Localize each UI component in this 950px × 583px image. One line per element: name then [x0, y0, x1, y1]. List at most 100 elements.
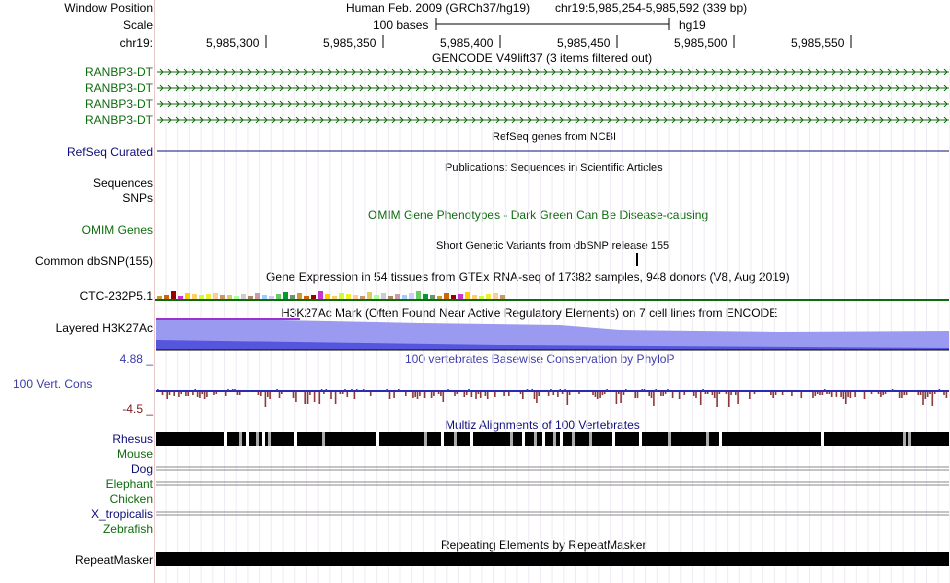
phylop-bar: [933, 392, 936, 394]
gtex-tissue-bar[interactable]: [276, 294, 281, 299]
gtex-tissue-bar[interactable]: [437, 296, 442, 299]
gtex-tissue-bar[interactable]: [297, 293, 302, 299]
phylop-bar: [713, 392, 716, 398]
gtex-tissue-bar[interactable]: [157, 296, 162, 299]
phylop-bar: [814, 392, 817, 396]
gtex-tissue-bar[interactable]: [479, 296, 484, 299]
gtex-tissue-bar[interactable]: [227, 295, 232, 299]
phylop-bar: [201, 392, 204, 394]
gtex-tissue-bar[interactable]: [178, 296, 183, 299]
gtex-tissue-bar[interactable]: [353, 295, 358, 299]
phylop-bar: [643, 389, 646, 391]
gtex-tissue-bar[interactable]: [374, 295, 379, 299]
gtex-tissue-bar[interactable]: [451, 295, 456, 299]
gtex-tissue-bar[interactable]: [248, 296, 253, 299]
phylop-bar: [753, 392, 756, 394]
gencode-transcript-line[interactable]: [157, 68, 949, 76]
gencode-transcripts[interactable]: [157, 68, 949, 124]
gtex-tissue-bar[interactable]: [164, 295, 169, 299]
gtex-tissue-bar[interactable]: [290, 295, 295, 299]
phylop-bar: [320, 389, 323, 391]
gtex-tissue-bar[interactable]: [346, 294, 351, 299]
phylop-bar: [603, 392, 606, 394]
phylop-bar: [648, 392, 650, 396]
phylop-bar: [870, 392, 873, 394]
phylop-bar: [260, 392, 262, 396]
phylop-bar: [388, 392, 391, 399]
phylop-bar: [180, 392, 182, 394]
phylop-bar: [215, 392, 218, 394]
phylop-bar: [931, 392, 934, 406]
gtex-tissue-bar[interactable]: [325, 294, 330, 299]
gtex-tissue-bar[interactable]: [409, 293, 414, 299]
phylop-bar: [468, 389, 470, 391]
gtex-tissue-bar[interactable]: [220, 295, 225, 299]
phylop-bar: [475, 392, 477, 399]
phylop-bar: [938, 389, 941, 391]
gtex-tissue-bar[interactable]: [339, 293, 344, 299]
phylop-bar: [641, 389, 643, 391]
phylop-bar: [557, 392, 559, 397]
gtex-tissue-bar[interactable]: [360, 296, 365, 299]
gtex-tissue-bar[interactable]: [500, 295, 505, 299]
phylop-bar: [592, 392, 594, 395]
gtex-tissue-bar[interactable]: [493, 293, 498, 299]
phylop-bar: [699, 392, 702, 405]
phylop-bar: [494, 392, 496, 397]
dbsnp-variant[interactable]: [636, 253, 638, 266]
gtex-tissue-bar[interactable]: [213, 293, 218, 299]
gtex-tissue-bar[interactable]: [283, 292, 288, 299]
gencode-transcript-line[interactable]: [157, 116, 949, 124]
phylop-bar: [845, 392, 847, 404]
gtex-tissue-bar[interactable]: [185, 293, 190, 299]
gtex-tissue-bar[interactable]: [255, 293, 260, 299]
gtex-tissue-bar[interactable]: [423, 294, 428, 299]
gtex-tissue-bar[interactable]: [381, 293, 386, 299]
phylop-bar: [362, 389, 365, 391]
gtex-tissue-bar[interactable]: [171, 291, 176, 299]
gtex-tissue-bar[interactable]: [206, 294, 211, 299]
gtex-tissue-bar[interactable]: [472, 295, 477, 299]
gencode-transcript-line[interactable]: [157, 84, 949, 92]
gtex-tissue-bar[interactable]: [234, 296, 239, 299]
phylop-bar: [854, 392, 856, 397]
gtex-tissue-bar[interactable]: [465, 292, 470, 299]
phylop-bar: [486, 392, 489, 399]
gencode-transcript-line[interactable]: [157, 100, 949, 108]
gtex-tissue-bar[interactable]: [458, 294, 463, 299]
gtex-tissue-bar[interactable]: [444, 293, 449, 299]
phylop-bar: [559, 389, 562, 391]
phylop-bar: [898, 392, 901, 398]
gtex-tissue-bar[interactable]: [395, 294, 400, 299]
gtex-tissue-bar[interactable]: [486, 294, 491, 299]
gtex-tissue-bar[interactable]: [304, 296, 309, 299]
repeatmasker-element[interactable]: [156, 552, 949, 566]
gtex-tissue-bar[interactable]: [318, 291, 323, 299]
gtex-expression-bars[interactable]: [157, 291, 505, 299]
phylop-bar: [847, 392, 849, 397]
phylop-bar: [620, 392, 622, 403]
gtex-tissue-bar[interactable]: [430, 295, 435, 299]
phylop-bar: [295, 392, 297, 402]
phylop-bar: [849, 392, 852, 398]
phylop-bar: [353, 392, 356, 399]
gtex-tissue-bar[interactable]: [332, 296, 337, 299]
gtex-tissue-bar[interactable]: [311, 295, 316, 299]
gtex-tissue-bar[interactable]: [416, 291, 421, 299]
gtex-tissue-bar[interactable]: [241, 294, 246, 299]
phylop-bar: [416, 392, 419, 399]
phylop-bar: [267, 392, 269, 397]
browser-track-image[interactable]: [0, 0, 950, 583]
phylop-bar: [819, 392, 821, 395]
gtex-tissue-bar[interactable]: [192, 294, 197, 299]
gtex-tissue-bar[interactable]: [367, 292, 372, 299]
gtex-tissue-bar[interactable]: [388, 296, 393, 299]
gtex-tissue-bar[interactable]: [402, 295, 407, 299]
phylop-bar: [884, 392, 887, 394]
gtex-tissue-bar[interactable]: [269, 296, 274, 299]
multiz-rhesus-block[interactable]: [156, 432, 949, 446]
gtex-tissue-bar[interactable]: [262, 295, 267, 299]
phylop-bar: [531, 389, 533, 391]
phylop-bar: [323, 392, 325, 394]
gtex-tissue-bar[interactable]: [199, 295, 204, 299]
